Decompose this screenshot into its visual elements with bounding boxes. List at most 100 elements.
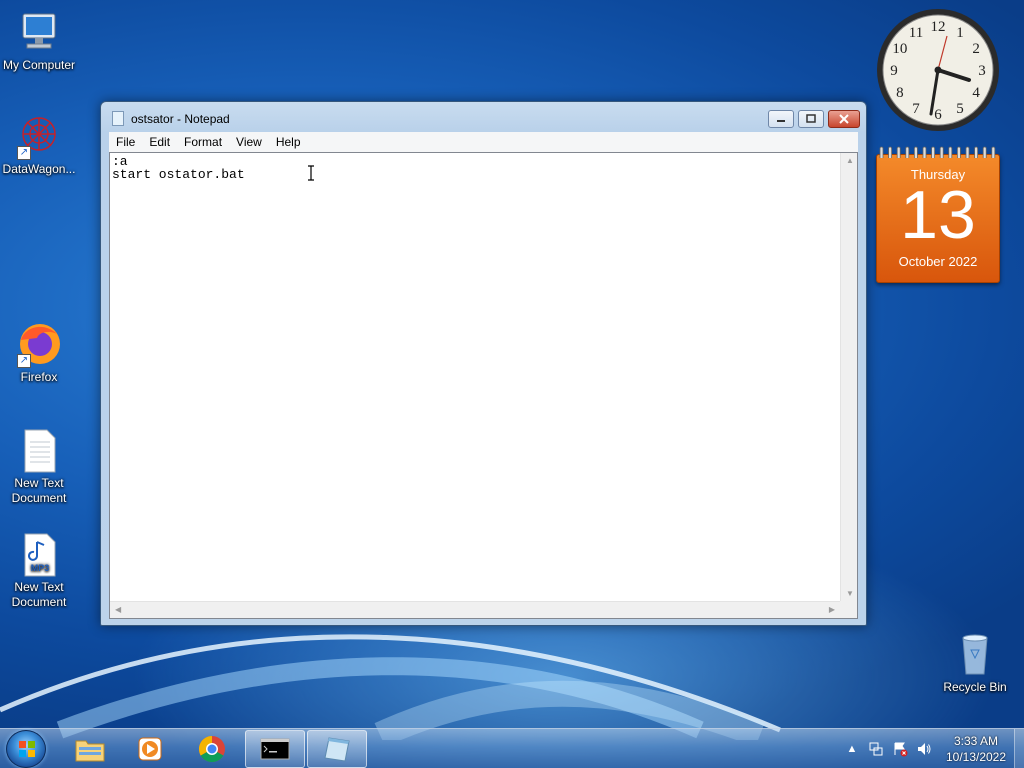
calendar-ring <box>931 146 935 158</box>
notepad-window[interactable]: ostsator - Notepad File Edit Format View… <box>100 101 867 626</box>
editor-text[interactable]: :a start ostator.bat <box>112 155 840 601</box>
calendar-ring <box>896 146 901 158</box>
tray-time: 3:33 AM <box>953 734 999 748</box>
desktop-icon-mp3-document[interactable]: MP3 New Text Document <box>0 530 78 610</box>
text-cursor-icon <box>308 165 314 181</box>
computer-icon <box>15 8 63 56</box>
clock-number: 4 <box>972 85 980 101</box>
taskbar-chrome[interactable] <box>182 730 242 768</box>
calendar-ring <box>948 146 953 158</box>
desktop-icon-new-text-document[interactable]: New Text Document <box>0 426 78 506</box>
clock-number: 8 <box>896 85 904 101</box>
desktop-icon-recycle-bin[interactable]: Recycle Bin <box>936 630 1014 695</box>
menu-file[interactable]: File <box>109 135 142 149</box>
start-button[interactable] <box>6 730 46 768</box>
calendar-ring <box>965 146 970 158</box>
tray-clock[interactable]: 3:33 AM 10/13/2022 <box>940 733 1012 765</box>
desktop-icon-label: New Text Document <box>11 580 67 609</box>
calendar-ring <box>888 146 892 158</box>
text-editor[interactable]: :a start ostator.bat ▲ ▼ ◀ ▶ <box>109 152 858 619</box>
calendar-ring <box>974 146 978 158</box>
clock-number: 10 <box>892 41 907 57</box>
shortcut-arrow-icon: ↗ <box>17 146 31 160</box>
desktop-icon-label: Recycle Bin <box>943 680 1007 694</box>
desktop-icon-label: My Computer <box>2 58 76 72</box>
close-icon <box>839 114 849 124</box>
chrome-icon <box>198 735 225 763</box>
clock-number: 11 <box>909 25 923 41</box>
calendar-rings <box>879 146 996 158</box>
mp3-badge: MP3 <box>31 563 50 573</box>
taskbar-notepad[interactable] <box>307 730 367 768</box>
horizontal-scrollbar[interactable]: ◀ ▶ <box>110 601 840 618</box>
resize-grip[interactable] <box>840 601 857 618</box>
scroll-down-arrow-icon[interactable]: ▼ <box>846 589 854 598</box>
taskbar: ▲ 3:33 AM 10/13/2022 <box>0 728 1024 768</box>
clock-number: 5 <box>956 101 964 117</box>
menu-help[interactable]: Help <box>269 135 308 149</box>
clock-number: 6 <box>934 107 942 123</box>
cmd-icon <box>260 738 290 760</box>
shortcut-arrow-icon: ↗ <box>17 354 31 368</box>
tray-date: 10/13/2022 <box>945 750 1007 764</box>
media-player-icon <box>138 737 162 761</box>
window-title: ostsator - Notepad <box>131 112 230 126</box>
calendar-ring <box>914 146 918 158</box>
datawagon-icon: ↗ <box>15 112 63 160</box>
minimize-icon <box>777 120 785 122</box>
network-icon[interactable] <box>868 741 884 757</box>
vertical-scrollbar[interactable]: ▲ ▼ <box>840 153 857 601</box>
calendar-gadget[interactable]: Thursday 13 October 2022 <box>876 146 1000 283</box>
clock-gadget[interactable]: 12 1 2 3 4 5 6 7 8 9 10 11 <box>874 6 1002 134</box>
scroll-left-arrow-icon[interactable]: ◀ <box>115 605 121 614</box>
taskbar-media-player[interactable] <box>120 730 180 768</box>
taskbar-explorer[interactable] <box>60 730 120 768</box>
desktop-icon-label: New Text Document <box>11 476 67 505</box>
show-hidden-icons-icon[interactable]: ▲ <box>844 741 860 757</box>
scroll-up-arrow-icon[interactable]: ▲ <box>846 156 854 165</box>
close-button[interactable] <box>828 110 860 128</box>
minimize-button[interactable] <box>768 110 794 128</box>
clock-number: 3 <box>978 63 986 79</box>
desktop-icon-my-computer[interactable]: My Computer <box>0 8 78 73</box>
calendar-ring <box>991 146 996 158</box>
calendar-ring <box>957 146 961 158</box>
calendar-ring <box>982 146 987 158</box>
desktop-icon-datawagon[interactable]: ↗ DataWagon... <box>0 112 78 177</box>
menu-format[interactable]: Format <box>177 135 229 149</box>
clock-number: 2 <box>972 41 980 57</box>
notepad-icon <box>324 737 350 762</box>
action-center-icon[interactable] <box>892 741 908 757</box>
menu-bar: File Edit Format View Help <box>109 132 858 152</box>
calendar-day-number: 13 <box>900 177 976 253</box>
show-desktop-button[interactable] <box>1014 729 1024 768</box>
clock-number: 7 <box>912 101 920 117</box>
recycle-bin-icon <box>951 630 999 678</box>
menu-view[interactable]: View <box>229 135 269 149</box>
calendar-ring <box>922 146 927 158</box>
calendar-ring <box>879 146 884 158</box>
menu-edit[interactable]: Edit <box>142 135 177 149</box>
maximize-icon <box>806 114 816 123</box>
clock-number: 9 <box>890 63 898 79</box>
desktop-icon-label: Firefox <box>20 370 58 384</box>
taskbar-cmd[interactable] <box>245 730 305 768</box>
system-tray: ▲ 3:33 AM 10/13/2022 <box>844 729 1012 768</box>
folder-icon <box>75 740 105 762</box>
calendar-ring <box>905 146 910 158</box>
scroll-right-arrow-icon[interactable]: ▶ <box>829 605 835 614</box>
mp3-file-icon: MP3 <box>15 530 63 578</box>
notepad-icon <box>112 111 124 126</box>
clock-number: 12 <box>931 19 946 35</box>
text-file-icon <box>15 426 63 474</box>
calendar-month-year: October 2022 <box>898 254 978 269</box>
title-bar[interactable]: ostsator - Notepad <box>101 102 866 132</box>
maximize-button[interactable] <box>798 110 824 128</box>
windows-logo-icon <box>19 741 35 757</box>
desktop-icon-firefox[interactable]: ↗ Firefox <box>0 320 78 385</box>
desktop-icon-label: DataWagon... <box>2 162 76 176</box>
firefox-icon: ↗ <box>15 320 63 368</box>
clock-number: 1 <box>956 25 964 41</box>
calendar-ring <box>939 146 944 158</box>
volume-icon[interactable] <box>916 741 932 757</box>
